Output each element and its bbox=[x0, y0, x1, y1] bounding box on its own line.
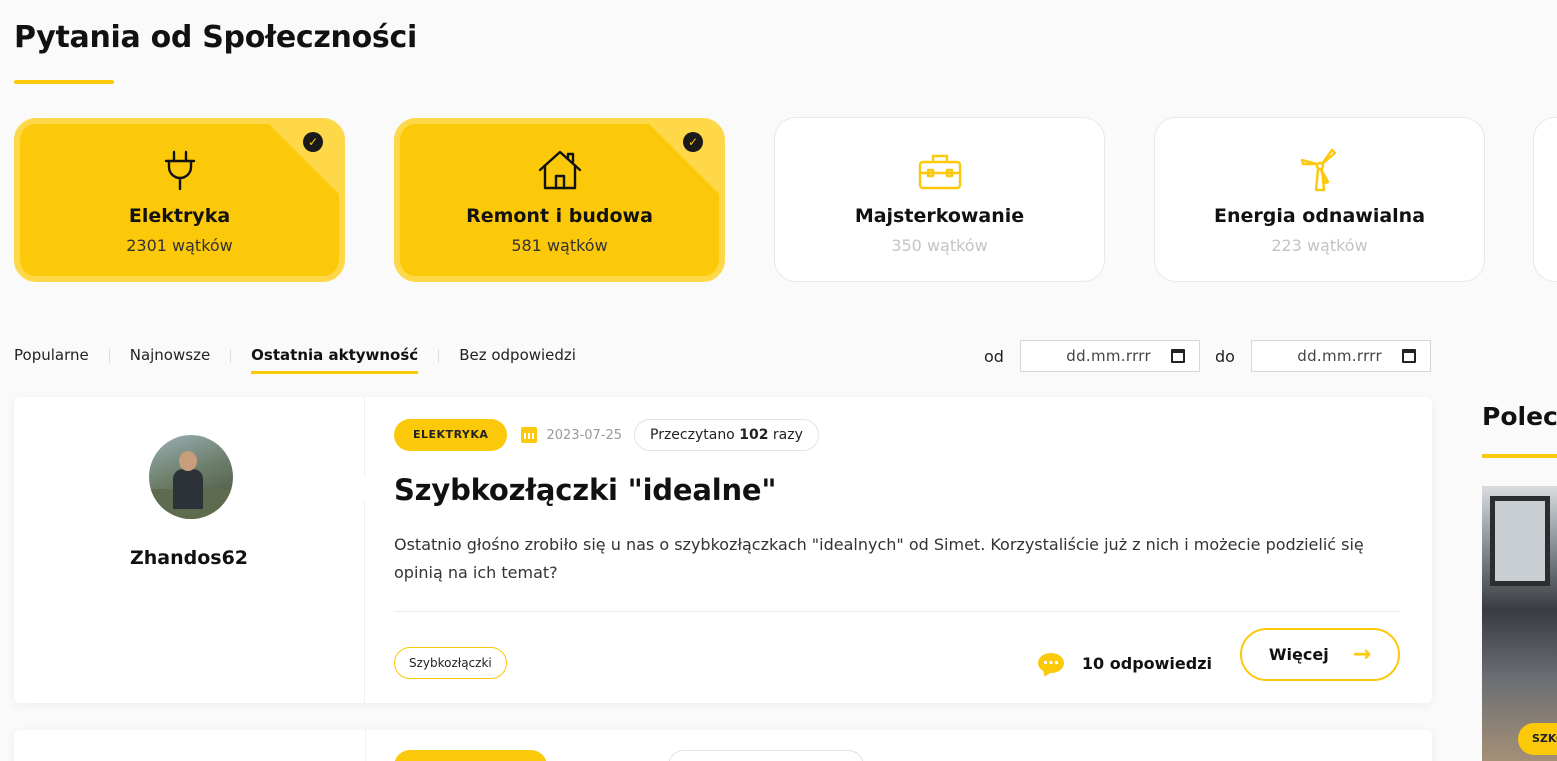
card-pointer bbox=[364, 477, 376, 501]
read-prefix: Przeczytano bbox=[650, 427, 735, 443]
tab-separator bbox=[108, 349, 110, 363]
category-name: Energia odnawialna bbox=[1213, 205, 1426, 227]
arrow-right-icon: → bbox=[1352, 642, 1372, 667]
category-card-energia[interactable]: Energia odnawialna 223 wątków bbox=[1154, 117, 1485, 282]
category-card-majsterkowanie[interactable]: Majsterkowanie 350 wątków bbox=[774, 117, 1105, 282]
sidebar-card-image[interactable] bbox=[1482, 486, 1557, 761]
chat-bubble-icon bbox=[1037, 653, 1064, 673]
tab-ostatnia-aktywnosc[interactable]: Ostatnia aktywność bbox=[251, 344, 419, 374]
read-count-badge: Przeczytano 102 razy bbox=[634, 419, 819, 451]
house-icon bbox=[538, 150, 581, 190]
sidebar-title: Polecane bbox=[1482, 402, 1557, 431]
read-count: 102 bbox=[739, 427, 769, 443]
sidebar-title-underline bbox=[1482, 454, 1557, 458]
category-name: Remont i budowa bbox=[466, 205, 653, 227]
avatar[interactable] bbox=[149, 435, 233, 519]
date-to-placeholder: dd.mm.rrrr bbox=[1297, 347, 1382, 365]
read-count-badge bbox=[668, 750, 864, 761]
question-title[interactable]: Szybkozłączki "idealne" bbox=[394, 473, 776, 507]
author-name[interactable]: Zhandos62 bbox=[14, 547, 364, 569]
title-underline bbox=[14, 80, 114, 84]
calendar-icon[interactable] bbox=[1401, 349, 1416, 363]
category-badge[interactable]: ELEKTRYKA bbox=[394, 419, 508, 451]
tag-pill[interactable]: Szybkozłączki bbox=[394, 647, 507, 679]
date-from-label: od bbox=[984, 346, 1004, 366]
date-filter-to: do dd.mm.rrrr bbox=[1215, 340, 1431, 372]
answers-count: 10 odpowiedzi bbox=[1037, 645, 1212, 681]
category-card-partial[interactable] bbox=[1533, 117, 1557, 282]
tab-bez-odpowiedzi[interactable]: Bez odpowiedzi bbox=[459, 344, 576, 374]
question-meta: ELEKTRYKA 2023-07-25 Przeczytano 102 raz… bbox=[394, 419, 819, 451]
plug-icon bbox=[164, 150, 195, 191]
card-corner-decoration bbox=[269, 124, 339, 194]
category-count: 2301 wątków bbox=[126, 236, 233, 255]
author-column: Zhandos62 bbox=[14, 397, 376, 703]
date-from-placeholder: dd.mm.rrrr bbox=[1066, 347, 1151, 365]
tab-popularne[interactable]: Popularne bbox=[14, 344, 89, 374]
more-button[interactable]: Więcej → bbox=[1240, 628, 1400, 681]
category-card-elektryka[interactable]: ✓ Elektryka 2301 wątków bbox=[14, 118, 345, 282]
category-count: 581 wątków bbox=[511, 236, 608, 255]
sidebar-category-badge[interactable]: SZKOLENIA bbox=[1518, 723, 1557, 755]
category-card-remont[interactable]: ✓ Remont i budowa 581 wątków bbox=[394, 118, 725, 282]
read-suffix: razy bbox=[772, 427, 803, 443]
category-name: Majsterkowanie bbox=[854, 205, 1025, 227]
date-from-input[interactable]: dd.mm.rrrr bbox=[1019, 340, 1200, 372]
question-body: ELEKTRYKA 2023-07-25 Przeczytano 102 raz… bbox=[394, 397, 1400, 703]
date-to-input[interactable]: dd.mm.rrrr bbox=[1250, 340, 1431, 372]
date-text: 2023-07-25 bbox=[546, 427, 622, 443]
answers-text: 10 odpowiedzi bbox=[1081, 653, 1212, 673]
question-card bbox=[14, 730, 1432, 761]
wind-turbine-icon bbox=[1300, 148, 1336, 192]
calendar-icon[interactable] bbox=[1170, 349, 1185, 363]
toolbox-icon bbox=[918, 154, 961, 190]
author-column-divider bbox=[365, 730, 366, 761]
check-icon: ✓ bbox=[683, 132, 703, 152]
category-count: 350 wątków bbox=[891, 236, 988, 255]
tab-separator bbox=[438, 349, 440, 363]
category-badge[interactable] bbox=[394, 750, 547, 761]
tab-separator bbox=[230, 349, 232, 363]
category-count: 223 wątków bbox=[1271, 236, 1368, 255]
tab-najnowsze[interactable]: Najnowsze bbox=[130, 344, 210, 374]
question-excerpt: Ostatnio głośno zrobiło się u nas o szyb… bbox=[394, 535, 1364, 582]
calendar-icon bbox=[521, 427, 538, 443]
sort-tabs: Popularne Najnowsze Ostatnia aktywność B… bbox=[14, 344, 576, 376]
divider bbox=[394, 611, 1400, 612]
check-icon: ✓ bbox=[303, 132, 323, 152]
question-date: 2023-07-25 bbox=[521, 427, 622, 443]
more-button-label: Więcej bbox=[1268, 645, 1329, 664]
card-corner-decoration bbox=[649, 124, 719, 194]
category-name: Elektryka bbox=[128, 205, 231, 227]
question-card: Zhandos62 ELEKTRYKA 2023-07-25 Przeczyta… bbox=[14, 397, 1432, 703]
date-filter-from: od dd.mm.rrrr bbox=[984, 340, 1200, 372]
page-title: Pytania od Społeczności bbox=[14, 20, 417, 55]
date-to-label: do bbox=[1215, 346, 1235, 366]
